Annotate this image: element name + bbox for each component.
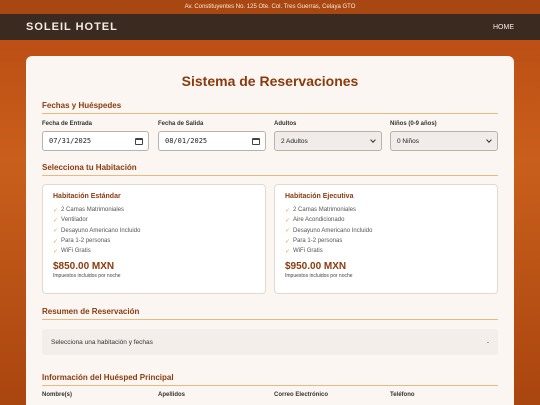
room-card-standard[interactable]: Habitación Estándar ✓ 2 Camas Matrimonial… [42, 184, 266, 294]
calendar-icon[interactable] [252, 138, 260, 145]
chevron-down-icon [486, 137, 492, 143]
amenity-item: ✓ Para 1-2 personas [285, 238, 343, 245]
room-card-executive[interactable]: Habitación Ejecutiva ✓ 2 Camas Matrimonia… [274, 184, 498, 294]
children-label: Niños (0-9 años) [390, 121, 437, 127]
chevron-down-icon [370, 137, 376, 143]
section-title-dates: Fechas y Huéspedes [42, 101, 498, 114]
check-icon: ✓ [285, 248, 291, 255]
amenity-item: ✓ 2 Camas Matrimoniales [53, 207, 125, 214]
section-title-guest: Información del Huésped Principal [42, 373, 498, 386]
address-bar: Av. Constituyentes No. 125 Ote. Col. Tre… [0, 0, 540, 14]
adults-value: 2 Adultos [281, 137, 308, 145]
address-text: Av. Constituyentes No. 125 Ote. Col. Tre… [184, 4, 356, 10]
nav-home-link[interactable]: HOME [493, 24, 514, 31]
checkin-label: Fecha de Entrada [42, 121, 93, 127]
room-price-note: Impuestos incluidos por noche [53, 273, 121, 280]
checkout-date-input[interactable]: 08/01/2025 [158, 131, 266, 151]
phone-label: Teléfono [390, 392, 415, 398]
section-title-summary: Resumen de Reservación [42, 307, 498, 320]
name-label: Nombre(s) [42, 392, 73, 398]
amenity-item: ✓ Aire Acondicionado [285, 217, 345, 224]
checkout-label: Fecha de Salida [158, 121, 204, 127]
checkout-date-value: 08/01/2025 [165, 137, 208, 145]
check-icon: ✓ [285, 238, 291, 245]
room-name: Habitación Ejecutiva [285, 193, 354, 200]
summary-text: Selecciona una habitación y fechas [51, 338, 153, 346]
lastname-label: Apellidos [158, 392, 186, 398]
adults-label: Adultos [274, 121, 297, 127]
check-icon: ✓ [53, 207, 59, 214]
calendar-icon[interactable] [135, 138, 143, 145]
children-value: 0 Niños [397, 137, 420, 145]
check-icon: ✓ [53, 238, 59, 245]
check-icon: ✓ [285, 228, 291, 235]
brand-logo[interactable]: SOLEIL HOTEL [26, 21, 118, 33]
room-price: $950.00 MXN [285, 261, 347, 273]
summary-value: - [486, 338, 489, 346]
section-title-rooms: Selecciona tu Habitación [42, 163, 498, 176]
amenity-item: ✓ WiFi Gratis [285, 248, 323, 255]
amenity-item: ✓ Para 1-2 personas [53, 238, 111, 245]
check-icon: ✓ [53, 217, 59, 224]
amenity-item: ✓ Ventilador [53, 217, 88, 224]
amenity-item: ✓ Desayuno Americano Incluido [53, 227, 141, 235]
room-price: $850.00 MXN [53, 261, 115, 273]
amenity-item: ✓ Desayuno Americano Incluido [285, 227, 373, 235]
checkin-date-input[interactable]: 07/31/2025 [42, 131, 149, 151]
checkin-date-value: 07/31/2025 [49, 137, 92, 145]
page-title: Sistema de Reservaciones [181, 73, 359, 89]
amenity-item: ✓ WiFi Gratis [53, 248, 91, 255]
email-label: Correo Electrónico [274, 392, 329, 398]
check-icon: ✓ [53, 228, 59, 235]
check-icon: ✓ [285, 207, 291, 214]
room-name: Habitación Estándar [53, 193, 121, 200]
reservation-card: Sistema de Reservaciones Fechas y Huéspe… [26, 56, 514, 405]
check-icon: ✓ [53, 248, 59, 255]
children-select[interactable]: 0 Niños [390, 131, 498, 151]
amenity-item: ✓ 2 Camas Matrimoniales [285, 207, 357, 214]
room-price-note: Impuestos incluidos por noche [285, 273, 353, 280]
navbar: SOLEIL HOTEL HOME [0, 14, 540, 40]
adults-select[interactable]: 2 Adultos [274, 131, 382, 151]
reservation-summary: Selecciona una habitación y fechas - [42, 329, 498, 355]
check-icon: ✓ [285, 217, 291, 224]
